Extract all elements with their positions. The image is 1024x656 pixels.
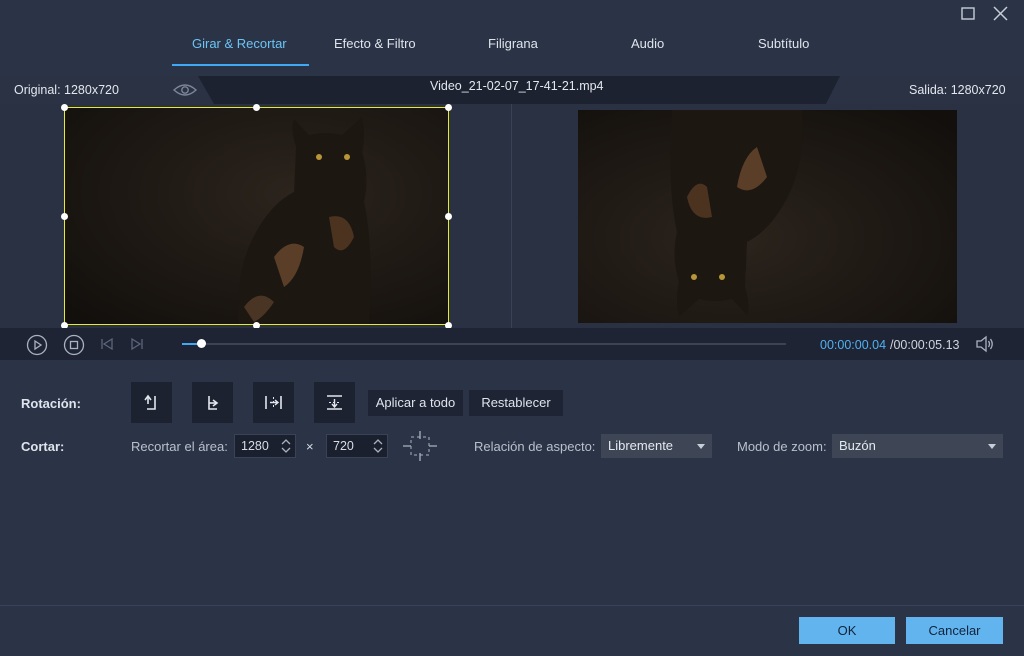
chevron-down-icon	[697, 444, 705, 449]
center-crop-button[interactable]	[402, 430, 438, 465]
aspect-ratio-select[interactable]: Libremente	[601, 434, 712, 458]
total-time: /00:00:05.13	[890, 338, 960, 352]
cancel-button[interactable]: Cancelar	[906, 617, 1003, 644]
original-resolution: Original: 1280x720	[14, 83, 119, 97]
skip-back-icon	[101, 337, 113, 351]
tab-subtitulo[interactable]: Subtítulo	[758, 36, 809, 51]
crosshair-icon	[403, 431, 437, 461]
tab-efecto-filtro[interactable]: Efecto & Filtro	[334, 36, 416, 51]
crop-label: Cortar:	[21, 439, 65, 454]
output-video-frame	[578, 110, 957, 323]
flip-horizontal-icon	[265, 396, 282, 409]
rotate-left-icon	[144, 394, 156, 410]
output-resolution: Salida: 1280x720	[909, 83, 1006, 97]
rotation-label: Rotación:	[21, 396, 81, 411]
info-bar: Original: 1280x720 Video_21-02-07_17-41-…	[0, 76, 1024, 104]
file-name: Video_21-02-07_17-41-21.mp4	[430, 79, 604, 93]
rotate-left-button[interactable]	[131, 382, 172, 423]
active-tab-indicator	[172, 64, 309, 66]
aspect-ratio-value: Libremente	[608, 438, 674, 453]
tab-audio[interactable]: Audio	[631, 36, 664, 51]
times-sign: ×	[306, 439, 314, 454]
next-frame-button[interactable]	[129, 336, 145, 355]
stop-icon	[63, 334, 85, 356]
maximize-icon	[961, 7, 975, 20]
tab-filigrana[interactable]: Filigrana	[488, 36, 538, 51]
tab-girar-recortar[interactable]: Girar & Recortar	[192, 36, 287, 51]
spinner-arrows-icon[interactable]	[279, 437, 293, 455]
crop-handle-right[interactable]	[445, 213, 452, 220]
crop-handle-top[interactable]	[253, 104, 260, 111]
current-time: 00:00:00.04	[820, 338, 887, 352]
volume-icon	[976, 335, 993, 353]
volume-button[interactable]	[975, 335, 995, 356]
zoom-mode-value: Buzón	[839, 438, 876, 453]
skip-forward-icon	[131, 337, 143, 351]
aspect-ratio-label: Relación de aspecto:	[474, 439, 596, 454]
stop-button[interactable]	[63, 334, 85, 359]
footer-divider	[0, 605, 1024, 606]
reset-button[interactable]: Restablecer	[469, 390, 563, 416]
crop-width-input[interactable]: 1280	[234, 434, 296, 458]
eye-icon[interactable]	[172, 82, 198, 101]
play-button[interactable]	[26, 334, 48, 359]
flip-vertical-button[interactable]	[314, 382, 355, 423]
play-icon	[26, 334, 48, 356]
zoom-mode-select[interactable]: Buzón	[832, 434, 1003, 458]
tab-bar: Girar & Recortar Efecto & Filtro Filigra…	[0, 26, 1024, 68]
zoom-mode-label: Modo de zoom:	[737, 439, 827, 454]
crop-width-value: 1280	[241, 439, 269, 453]
ok-button[interactable]: OK	[799, 617, 895, 644]
previous-frame-button[interactable]	[99, 336, 115, 355]
flip-horizontal-button[interactable]	[253, 382, 294, 423]
crop-area-label: Recortar el área:	[131, 439, 228, 454]
maximize-button[interactable]	[957, 4, 979, 24]
close-button[interactable]	[990, 4, 1012, 24]
rotate-right-button[interactable]	[192, 382, 233, 423]
crop-height-input[interactable]: 720	[326, 434, 388, 458]
preview-divider	[511, 104, 512, 328]
progress-knob[interactable]	[197, 339, 206, 348]
crop-handle-top-right[interactable]	[445, 104, 452, 111]
close-icon	[993, 6, 1008, 21]
apply-all-button[interactable]: Aplicar a todo	[368, 390, 463, 416]
crop-handle-top-left[interactable]	[61, 104, 68, 111]
progress-track[interactable]	[182, 343, 786, 345]
chevron-down-icon	[988, 444, 996, 449]
crop-frame[interactable]	[64, 107, 449, 325]
rotate-right-icon	[208, 396, 219, 410]
crop-handle-left[interactable]	[61, 213, 68, 220]
flip-vertical-icon	[327, 395, 342, 410]
crop-height-value: 720	[333, 439, 354, 453]
spinner-arrows-icon[interactable]	[371, 437, 385, 455]
